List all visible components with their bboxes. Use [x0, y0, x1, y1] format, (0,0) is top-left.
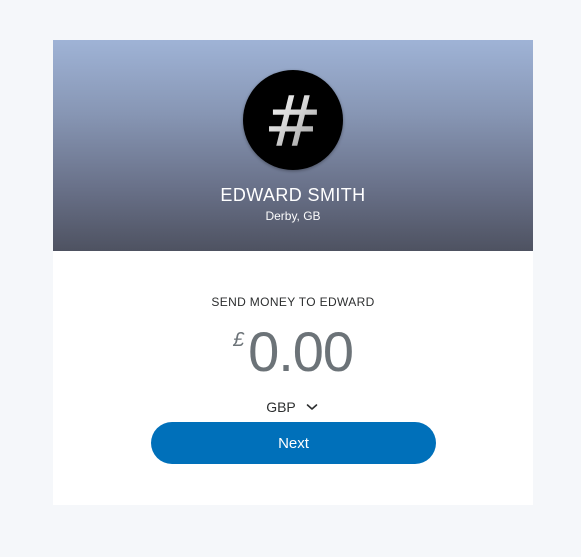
send-money-title: SEND MONEY TO EDWARD [211, 295, 375, 309]
payment-form: SEND MONEY TO EDWARD £ 0.00 GBP Next [53, 251, 533, 505]
currency-dropdown[interactable]: GBP [53, 399, 533, 415]
amount-value[interactable]: 0.00 [248, 324, 354, 380]
currency-symbol: £ [232, 329, 245, 351]
chevron-down-icon [304, 399, 320, 415]
send-money-card: # EDWARD SMITH Derby, GB SEND MONEY TO E… [53, 40, 533, 505]
avatar: # [243, 70, 343, 170]
amount-input[interactable]: £ 0.00 [53, 324, 533, 384]
recipient-name: EDWARD SMITH [220, 185, 366, 205]
next-button[interactable]: Next [151, 422, 436, 464]
recipient-header: # EDWARD SMITH Derby, GB [53, 40, 533, 251]
currency-code: GBP [266, 399, 296, 415]
hashtag-icon: # [263, 81, 323, 163]
recipient-location: Derby, GB [265, 209, 321, 223]
